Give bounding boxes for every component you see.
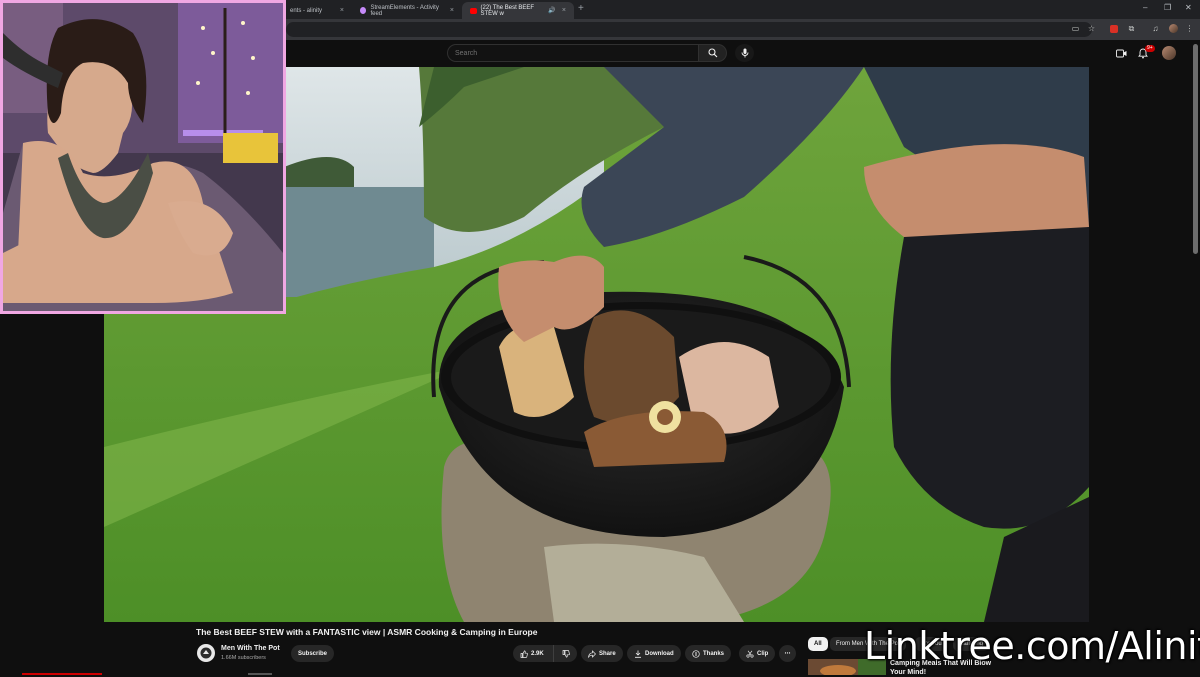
close-icon[interactable]: × [450, 7, 454, 14]
streamelements-favicon-icon [360, 7, 367, 14]
subscriber-count: 1.66M subscribers [221, 655, 266, 661]
dislike-button[interactable] [553, 645, 577, 662]
tab-streamelements-label: StreamElements - Activity feed [370, 4, 439, 17]
share-button[interactable]: Share [581, 645, 623, 662]
channel-logo-icon [200, 647, 212, 659]
close-icon[interactable]: × [340, 7, 344, 14]
account-avatar[interactable] [1162, 46, 1176, 60]
maximize-button[interactable]: ❐ [1164, 3, 1171, 12]
close-icon[interactable]: × [562, 7, 566, 14]
like-count: 2.9K [531, 650, 544, 657]
notification-count-badge: 9+ [1145, 45, 1155, 52]
search-icon [707, 48, 717, 58]
create-video-icon[interactable] [1114, 46, 1128, 60]
window-close-button[interactable]: ✕ [1185, 3, 1192, 12]
download-button[interactable]: Download [627, 645, 681, 662]
stream-watermark: Linktree.com/Alinity [864, 624, 1200, 668]
extension-icon[interactable] [1108, 23, 1119, 34]
browser-menu-icon[interactable]: ⋮ [1184, 23, 1195, 34]
more-horizontal-icon: ⋯ [784, 651, 791, 657]
tab-youtube[interactable]: (22) The Best BEEF STEW w 🔊 × [462, 2, 574, 19]
thumbs-up-icon [520, 649, 528, 658]
new-tab-button[interactable]: + [578, 3, 584, 14]
profile-avatar[interactable] [1168, 23, 1179, 34]
thumbs-down-icon [562, 649, 570, 658]
tab-alinity[interactable]: ents - alinity × [282, 2, 352, 19]
search-input[interactable]: Search [447, 44, 698, 62]
thanks-label: Thanks [703, 650, 725, 657]
chip-all[interactable]: All [808, 637, 828, 651]
scrollbar-thumb[interactable] [1193, 44, 1198, 254]
minimize-button[interactable]: – [1143, 3, 1147, 12]
video-title: The Best BEEF STEW with a FANTASTIC view… [196, 627, 538, 637]
scissors-icon [746, 650, 754, 658]
channel-name[interactable]: Men With The Pot [221, 645, 280, 652]
download-icon [635, 650, 641, 658]
tab-youtube-label: (22) The Best BEEF STEW w [480, 4, 535, 17]
clip-label: Clip [757, 650, 769, 657]
voice-search-button[interactable] [735, 44, 754, 62]
bookmark-star-icon[interactable]: ☆ [1086, 23, 1097, 34]
streamer-webcam-overlay [0, 0, 286, 314]
download-label: Download [645, 650, 674, 657]
subscribe-button[interactable]: Subscribe [291, 645, 335, 662]
audio-playing-icon[interactable]: 🔊 [548, 7, 555, 14]
webcam-feed-image [3, 3, 283, 311]
puzzle-icon[interactable]: ⧉ [1126, 23, 1137, 34]
channel-avatar[interactable] [197, 644, 215, 662]
thanks-button[interactable]: Thanks [685, 645, 732, 662]
media-control-icon[interactable]: ♫ [1150, 23, 1161, 34]
search-placeholder: Search [455, 49, 478, 57]
tab-alinity-label: ents - alinity [290, 7, 323, 14]
address-bar[interactable] [286, 22, 1092, 37]
microphone-icon [741, 48, 748, 58]
search-button[interactable] [698, 44, 727, 62]
like-button[interactable]: 2.9K [513, 645, 553, 662]
tab-streamelements[interactable]: StreamElements - Activity feed × [352, 2, 462, 19]
share-icon [588, 649, 596, 658]
cast-icon[interactable]: ▭ [1070, 23, 1081, 34]
clip-button[interactable]: Clip [739, 645, 776, 662]
thanks-icon [692, 649, 700, 658]
youtube-favicon-icon [470, 7, 477, 14]
share-label: Share [599, 650, 616, 657]
more-actions-button[interactable]: ⋯ [779, 645, 796, 662]
